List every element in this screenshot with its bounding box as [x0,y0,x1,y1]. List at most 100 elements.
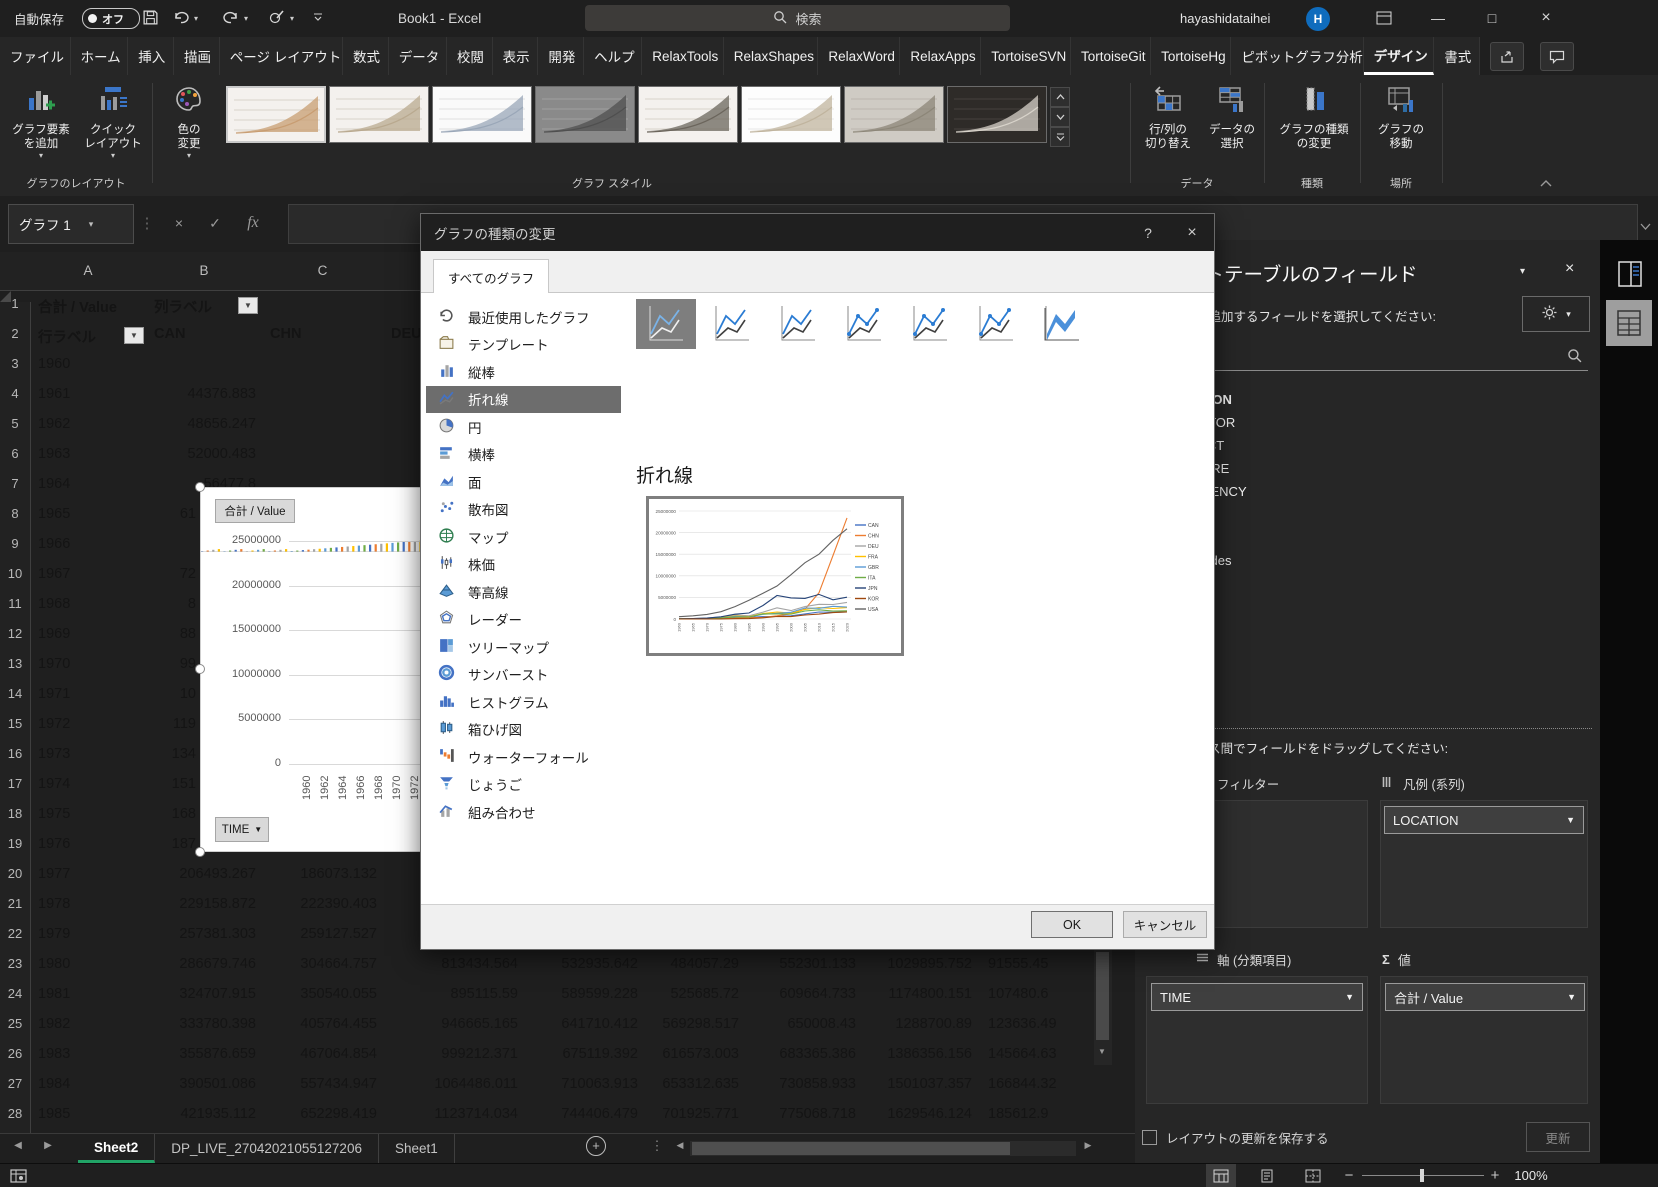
undo-button[interactable]: ▾ [172,0,198,37]
cell-B16[interactable]: 134 [46,746,196,762]
panel-menu-chevron-icon[interactable]: ▾ [1520,266,1525,277]
gallery-more-button[interactable] [1050,127,1070,147]
axis-field-chip[interactable]: TIME ▼ [1151,983,1363,1011]
cell-C23[interactable]: 304664.757 [227,956,377,972]
line-subtype-1[interactable] [636,299,696,349]
dialog-title-bar[interactable]: グラフの種類の変更 [421,214,1214,251]
row-number-25[interactable]: 25 [0,1016,30,1031]
line-subtype-3[interactable] [768,299,828,349]
row-number-14[interactable]: 14 [0,686,30,701]
move-chart-button[interactable]: グラフの 移動 [1366,84,1436,152]
hscroll-right-icon[interactable]: ▶ [1080,1134,1096,1157]
pane-toggle-icon-top[interactable] [1612,254,1648,294]
row-labels-filter-button[interactable]: ▼ [124,327,144,344]
chart-type-sunburst[interactable]: サンバースト [426,661,621,688]
horizontal-scrollbar-thumb[interactable] [692,1142,1010,1155]
cell-I24[interactable]: 107480.6 [988,986,1048,1002]
chart-type-surface[interactable]: 等高線 [426,578,621,605]
row-number-20[interactable]: 20 [0,866,30,881]
chart-resize-handle[interactable] [195,482,205,492]
chart-type-recent[interactable]: 最近使用したグラフ [426,303,621,330]
ribbon-tab-TortoiseHg[interactable]: TortoiseHg [1151,37,1231,75]
cell-B5[interactable]: 48656.247 [106,416,256,432]
change-colors-button[interactable]: 色の 変更 ▾ [158,84,220,160]
cell-A22[interactable]: 1979 [38,926,70,942]
ribbon-tab-TortoiseGit[interactable]: TortoiseGit [1071,37,1151,75]
cell-A2[interactable]: 行ラベル [38,326,96,347]
cell-B2[interactable]: CAN [154,326,185,342]
ribbon-tab-RelaxApps[interactable]: RelaxApps [900,37,981,75]
ribbon-tab-デザイン[interactable]: デザイン [1364,37,1435,75]
cancel-button[interactable]: キャンセル [1123,911,1207,938]
row-number-22[interactable]: 22 [0,926,30,941]
tabbar-splitter-icon[interactable]: ⋮ [650,1134,664,1157]
sheet-nav-right-icon[interactable]: ▶ [38,1134,58,1157]
ribbon-tab-数式[interactable]: 数式 [343,37,389,75]
ribbon-tab-ヘルプ[interactable]: ヘルプ [584,37,642,75]
cell-I27[interactable]: 166844.32 [988,1076,1057,1092]
chart-style-6[interactable] [741,86,841,143]
row-number-19[interactable]: 19 [0,836,30,851]
row-number-16[interactable]: 16 [0,746,30,761]
cell-C20[interactable]: 186073.132 [227,866,377,882]
view-page-break-button[interactable] [1298,1164,1328,1187]
cell-D2[interactable]: DEU [391,326,422,342]
share-button[interactable] [1490,42,1524,71]
defer-layout-checkbox[interactable]: レイアウトの更新を保存する [1142,1128,1329,1147]
axis-drop-area[interactable]: TIME ▼ [1146,976,1368,1104]
cell-A27[interactable]: 1984 [38,1076,70,1092]
insert-function-button[interactable]: fx [236,204,270,242]
chart-value-field-button[interactable]: 合計 / Value [215,499,295,523]
cell-B12[interactable]: 88 [46,626,196,642]
autosave-toggle[interactable]: オフ [82,0,140,37]
cell-A3[interactable]: 1960 [38,356,70,372]
formula-cancel-button[interactable]: × [162,204,196,242]
ribbon-tab-描画[interactable]: 描画 [174,37,220,75]
sheet-nav-left-icon[interactable]: ◀ [8,1134,28,1157]
chart-type-area[interactable]: 面 [426,468,621,495]
row-number-10[interactable]: 10 [0,566,30,581]
cell-H23[interactable]: 1029895.752 [822,956,972,972]
scroll-down-arrow-icon[interactable]: ▼ [1098,1047,1106,1056]
ribbon-tab-ページ レイアウト[interactable]: ページ レイアウト [220,37,343,75]
line-subtype-6[interactable] [966,299,1026,349]
dialog-help-button[interactable]: ? [1126,214,1170,251]
column-header-B[interactable]: B [146,252,262,290]
chart-style-8[interactable] [947,86,1047,143]
ribbon-tab-RelaxTools[interactable]: RelaxTools [642,37,724,75]
chart-type-waterfall[interactable]: ウォーターフォール [426,743,621,770]
chart-style-3[interactable] [432,86,532,143]
cell-H24[interactable]: 1174800.151 [822,986,972,1002]
cell-H26[interactable]: 1386356.156 [822,1046,972,1062]
legend-field-chip[interactable]: LOCATION ▼ [1384,806,1584,834]
ribbon-tab-挿入[interactable]: 挿入 [128,37,174,75]
save-button[interactable] [142,0,159,37]
cell-C28[interactable]: 652298.419 [227,1106,377,1122]
cell-C2[interactable]: CHN [270,326,301,342]
hscroll-left-icon[interactable]: ◀ [672,1134,688,1157]
row-number-2[interactable]: 2 [0,326,30,341]
cell-A9[interactable]: 1966 [38,536,70,552]
cell-A7[interactable]: 1964 [38,476,70,492]
ribbon-tab-ホーム[interactable]: ホーム [71,37,129,75]
row-number-26[interactable]: 26 [0,1046,30,1061]
chart-type-funnel[interactable]: じょうご [426,771,621,798]
ok-button[interactable]: OK [1031,911,1113,938]
chart-type-scatter[interactable]: 散布図 [426,496,621,523]
sheet-tab-DP_LIVE_27042021055127206[interactable]: DP_LIVE_27042021055127206 [155,1134,379,1163]
cell-B14[interactable]: 10 [46,686,196,702]
chart-type-combo[interactable]: 組み合わせ [426,798,621,825]
ribbon-tab-表示[interactable]: 表示 [493,37,539,75]
sheet-tab-Sheet1[interactable]: Sheet1 [379,1134,455,1163]
ribbon-tab-書式[interactable]: 書式 [1434,37,1480,75]
chart-style-1[interactable] [226,86,326,143]
search-input[interactable]: 検索 [585,5,1010,31]
column-header-A[interactable]: A [30,252,146,290]
ribbon-tab-開発[interactable]: 開発 [538,37,584,75]
touch-draw-button[interactable]: ▾ [268,0,294,37]
cell-C27[interactable]: 557434.947 [227,1076,377,1092]
chart-resize-handle[interactable] [195,664,205,674]
sheet-tab-Sheet2[interactable]: Sheet2 [78,1134,155,1163]
collapse-ribbon-button[interactable] [1540,175,1552,190]
namebox-splitter-icon[interactable]: ⋮ [130,204,164,242]
